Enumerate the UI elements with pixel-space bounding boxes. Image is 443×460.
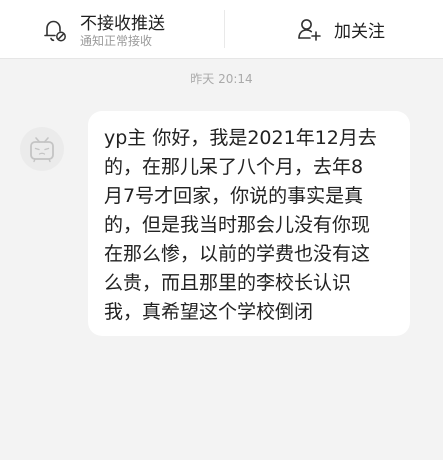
tv-mascot-icon <box>30 137 54 163</box>
no-push-button[interactable]: 不接收推送 通知正常接收 <box>40 6 220 52</box>
no-push-title: 不接收推送 <box>80 14 165 34</box>
message-line: 在那么惨，以前的学费也没有这 <box>104 243 371 265</box>
follow-label: 加关注 <box>334 22 385 42</box>
message-line: 么贵，而且那里的李校长认识 <box>104 272 352 294</box>
message-line: 的，在那儿呆了八个月，去年8 <box>104 156 364 178</box>
no-push-subtitle: 通知正常接收 <box>80 34 153 48</box>
message-line: 的，但是我当时那会儿没有你现 <box>104 214 371 236</box>
user-plus-icon <box>298 19 321 41</box>
top-action-bar: 不接收推送 通知正常接收 加关注 <box>0 0 443 59</box>
message-line: 月7号才回家，你说的事实是真 <box>104 185 364 207</box>
avatar[interactable] <box>20 127 64 171</box>
message-line: yp主 你好，我是2021年12月去 <box>104 127 377 149</box>
bell-muted-icon <box>44 20 66 42</box>
header-divider <box>224 10 225 48</box>
message-bubble[interactable]: yp主 你好，我是2021年12月去 的，在那儿呆了八个月，去年8 月7号才回家… <box>88 111 410 336</box>
message-timestamp: 昨天 20:14 <box>190 72 253 86</box>
follow-button[interactable]: 加关注 <box>296 10 416 48</box>
message-line: 我，真希望这个学校倒闭 <box>104 301 314 323</box>
